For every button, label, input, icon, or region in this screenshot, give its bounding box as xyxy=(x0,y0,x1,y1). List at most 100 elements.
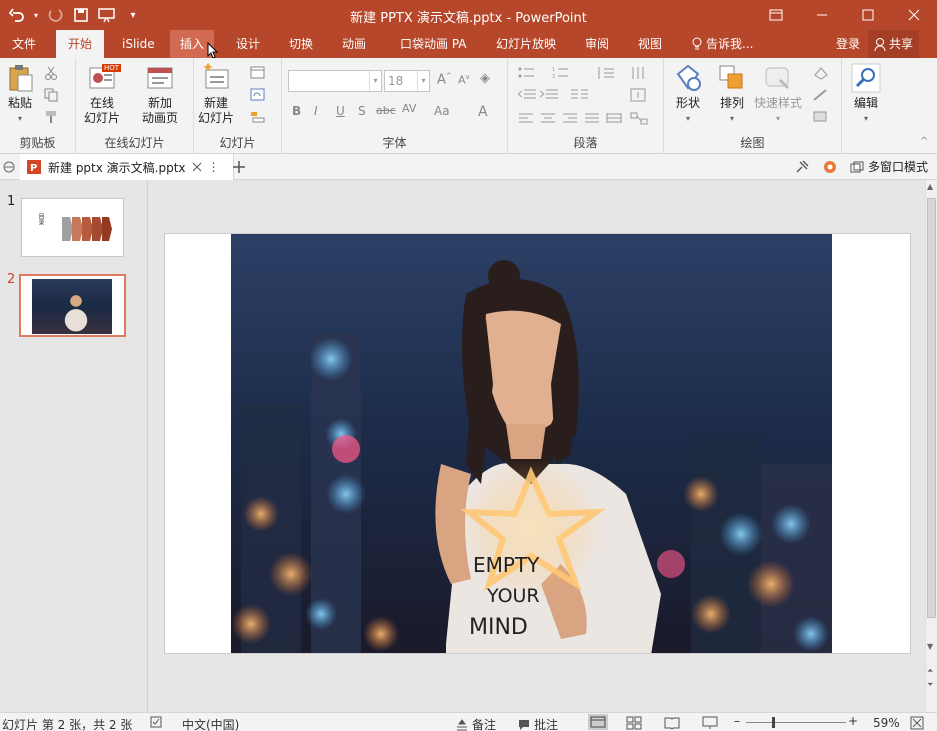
distribute-icon[interactable] xyxy=(606,112,622,126)
notes-button[interactable]: 备注 xyxy=(456,716,496,731)
tab-review[interactable]: 审阅 xyxy=(583,30,611,58)
undo-dropdown-icon[interactable]: ▾ xyxy=(32,4,40,26)
align-center-icon[interactable] xyxy=(540,112,556,126)
photo-woman-city-lights[interactable]: EMPTY YOUR MIND xyxy=(231,234,832,654)
spell-check-icon[interactable] xyxy=(150,716,164,728)
smartart-icon[interactable] xyxy=(630,112,650,126)
format-painter-icon[interactable] xyxy=(44,110,58,124)
add-tab-icon[interactable] xyxy=(232,160,246,174)
align-text-icon[interactable] xyxy=(630,88,650,102)
comments-button[interactable]: 批注 xyxy=(518,716,558,731)
zoom-slider[interactable] xyxy=(746,722,846,723)
layout-icon[interactable] xyxy=(250,66,270,80)
grow-font-icon[interactable]: A^ xyxy=(437,72,452,87)
align-left-icon[interactable] xyxy=(518,112,534,126)
slideshow-view-icon[interactable] xyxy=(702,716,718,730)
redo-icon[interactable] xyxy=(44,4,66,26)
previous-slide-icon[interactable]: ⏶ xyxy=(927,666,933,676)
customize-qat-icon[interactable]: ▾ xyxy=(122,4,144,26)
clear-format-icon[interactable]: ◈ xyxy=(480,71,490,86)
justify-icon[interactable] xyxy=(584,112,600,126)
more-options-icon[interactable]: ⋮ xyxy=(208,160,220,174)
tab-view[interactable]: 视图 xyxy=(636,30,664,58)
next-slide-icon[interactable]: ⏷ xyxy=(927,680,933,690)
shape-fill-icon[interactable] xyxy=(812,66,832,80)
tab-transitions[interactable]: 切换 xyxy=(287,30,315,58)
character-spacing-button[interactable]: AV xyxy=(402,102,416,115)
copy-icon[interactable] xyxy=(44,88,58,102)
scroll-down-icon[interactable]: ▼ xyxy=(927,642,933,651)
quick-styles-button[interactable]: 快速样式 ▾ xyxy=(754,62,802,126)
multi-window-button[interactable]: 多窗口模式 xyxy=(850,158,928,175)
bold-button[interactable]: B xyxy=(292,104,301,118)
close-icon[interactable] xyxy=(891,0,937,30)
reset-slide-icon[interactable] xyxy=(250,88,270,102)
tell-me-box[interactable]: 告诉我... xyxy=(690,30,755,58)
columns-icon[interactable] xyxy=(570,88,590,102)
scroll-up-icon[interactable]: ▲ xyxy=(927,182,933,191)
font-color-button[interactable]: A xyxy=(478,104,488,120)
tab-slideshow[interactable]: 幻灯片放映 xyxy=(494,30,558,58)
slide-sorter-icon[interactable] xyxy=(626,716,642,730)
tab-design[interactable]: 设计 xyxy=(234,30,262,58)
find-icon xyxy=(851,63,881,93)
increase-indent-icon[interactable] xyxy=(540,88,560,102)
bullets-icon[interactable] xyxy=(518,66,538,80)
shapes-button[interactable]: 形状 ▾ xyxy=(672,62,704,126)
italic-button[interactable]: I xyxy=(314,104,318,118)
vertical-scrollbar[interactable]: ▲ ▼ ⏶ ⏷ xyxy=(925,180,937,712)
change-case-button[interactable]: Aa xyxy=(434,104,450,118)
cut-icon[interactable] xyxy=(44,66,58,80)
decrease-indent-icon[interactable] xyxy=(518,88,538,102)
tab-islide[interactable]: iSlide xyxy=(120,30,157,58)
save-icon[interactable] xyxy=(70,4,92,26)
document-tab[interactable]: P 新建 pptx 演示文稿.pptx ⋮ xyxy=(20,154,234,180)
tab-animations[interactable]: 动画 xyxy=(340,30,368,58)
tab-file[interactable]: 文件 xyxy=(10,30,38,58)
font-family-select[interactable]: ▾ xyxy=(288,70,382,92)
slide-thumbnail-2[interactable] xyxy=(19,274,126,337)
normal-view-icon[interactable] xyxy=(588,714,608,730)
settings-gear-icon[interactable] xyxy=(822,159,838,175)
collapse-ribbon-icon[interactable]: ^ xyxy=(920,136,928,147)
slide-thumbnail-1[interactable]: 目录 xyxy=(21,198,124,257)
numbering-icon[interactable]: 12 xyxy=(552,66,572,80)
login-link[interactable]: 登录 xyxy=(834,30,862,58)
fit-slide-icon[interactable] xyxy=(910,716,924,730)
strikethrough-button[interactable]: abc xyxy=(376,104,396,117)
arrange-button[interactable]: 排列 ▾ xyxy=(716,62,748,126)
paste-button[interactable]: 粘贴 ▾ xyxy=(4,62,36,126)
zoom-level[interactable]: 59% xyxy=(873,716,900,730)
zoom-out-icon[interactable]: – xyxy=(734,714,740,728)
new-slide-button[interactable]: 新建 幻灯片 xyxy=(198,62,234,126)
align-right-icon[interactable] xyxy=(562,112,578,126)
zoom-slider-thumb[interactable] xyxy=(772,717,775,728)
zoom-in-icon[interactable]: + xyxy=(848,714,858,728)
tab-home[interactable]: 开始 xyxy=(56,30,105,58)
edit-button[interactable]: 编辑 ▾ xyxy=(850,62,882,126)
tab-pocket-animation[interactable]: 口袋动画 PA xyxy=(398,30,469,58)
shape-outline-icon[interactable] xyxy=(812,88,832,102)
language-status[interactable]: 中文(中国) xyxy=(182,716,239,731)
scroll-thumb[interactable] xyxy=(927,198,936,618)
start-slideshow-icon[interactable] xyxy=(96,4,118,26)
pin-icon[interactable] xyxy=(794,159,810,175)
text-direction-icon[interactable] xyxy=(630,66,650,80)
shape-effects-icon[interactable] xyxy=(812,110,832,124)
share-button[interactable]: 共享 xyxy=(868,30,920,58)
undo-icon[interactable] xyxy=(6,4,28,26)
line-spacing-icon[interactable] xyxy=(596,66,616,80)
ribbon-display-options-icon[interactable] xyxy=(753,0,799,30)
shrink-font-icon[interactable]: Av xyxy=(458,73,470,87)
close-tab-icon[interactable] xyxy=(192,162,202,172)
maximize-icon[interactable] xyxy=(845,0,891,30)
underline-button[interactable]: U xyxy=(336,104,345,118)
section-icon[interactable] xyxy=(250,110,270,124)
current-slide[interactable]: EMPTY YOUR MIND xyxy=(164,233,911,654)
font-size-select[interactable]: 18 ▾ xyxy=(384,70,430,92)
shadow-button[interactable]: S xyxy=(358,104,366,118)
minimize-icon[interactable] xyxy=(799,0,845,30)
reading-view-icon[interactable] xyxy=(664,716,680,730)
tab-menu-icon[interactable] xyxy=(2,160,16,174)
new-animation-page-button[interactable]: 新加 动画页 xyxy=(142,62,178,126)
